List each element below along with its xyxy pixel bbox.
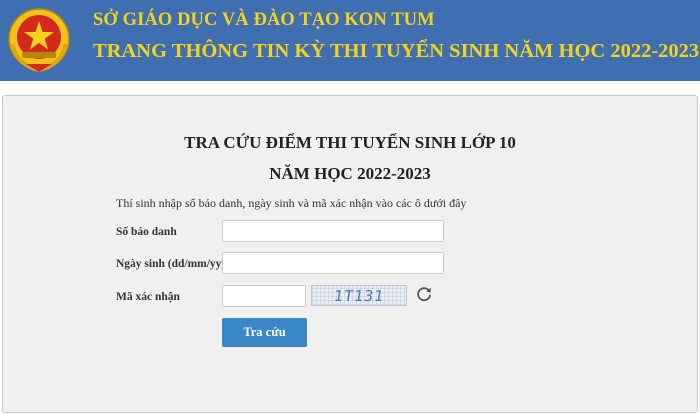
dob-input[interactable] [222, 252, 444, 274]
captcha-label: Mã xác nhận [116, 291, 180, 303]
captcha-text: 1T131 [332, 287, 386, 305]
captcha-image: 1T131 [311, 285, 407, 306]
sbd-label: Số báo danh [116, 226, 177, 238]
sbd-input[interactable] [222, 220, 444, 242]
instruction-text: Thí sinh nhập số báo danh, ngày sinh và … [116, 196, 467, 210]
national-emblem-icon [8, 8, 70, 73]
lookup-button[interactable]: Tra cứu [222, 318, 307, 347]
refresh-icon[interactable] [415, 285, 433, 303]
captcha-input[interactable] [222, 285, 306, 307]
form-heading: TRA CỨU ĐIỂM THI TUYỂN SINH LỚP 10 [184, 133, 516, 152]
dob-label: Ngày sinh (dd/mm/yyyy) [116, 258, 237, 270]
site-header: SỞ GIÁO DỤC VÀ ĐÀO TẠO KON TUM TRANG THÔ… [0, 0, 700, 81]
org-name: SỞ GIÁO DỤC VÀ ĐÀO TẠO KON TUM [93, 10, 435, 30]
site-title: TRANG THÔNG TIN KỲ THI TUYỂN SINH NĂM HỌ… [93, 40, 700, 62]
form-subheading: NĂM HỌC 2022-2023 [269, 164, 431, 183]
